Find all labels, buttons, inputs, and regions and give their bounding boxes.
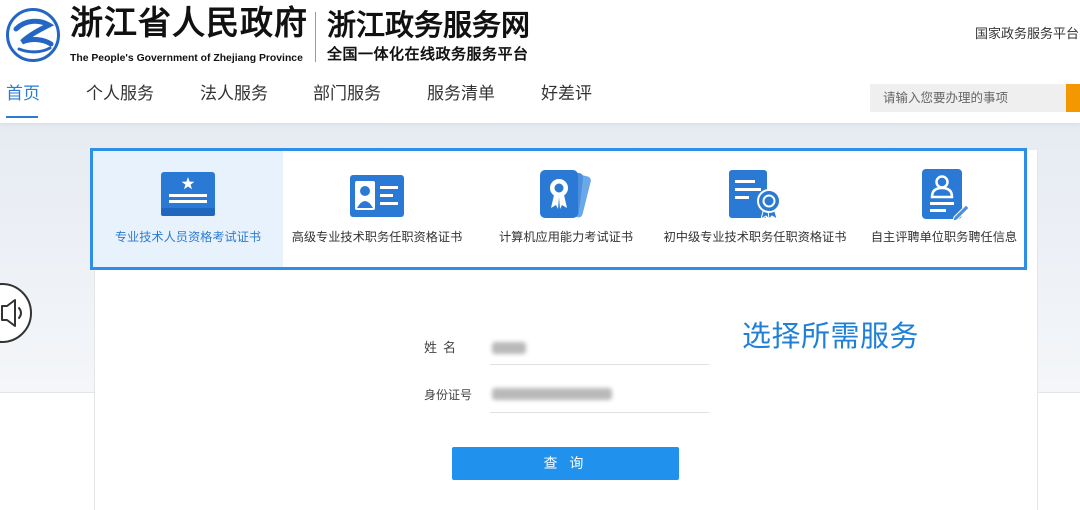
tab-senior-professional-title-cert[interactable]: 高级专业技术职务任职资格证书 <box>282 151 472 267</box>
tab-label: 自主评聘单位职务聘任信息 <box>870 230 1018 244</box>
tab-computer-skills-exam-cert[interactable]: 计算机应用能力考试证书 <box>471 151 661 267</box>
query-button[interactable]: 查 询 <box>452 447 679 480</box>
person-document-icon <box>849 169 1024 225</box>
national-platform-link-wrap: 国家政务服务平台 <box>975 25 1080 43</box>
id-number-label: 身份证号 <box>424 388 473 402</box>
nav-legal-entity-services[interactable]: 法人服务 <box>200 84 268 104</box>
tab-label: 高级专业技术职务任职资格证书 <box>291 230 463 244</box>
site-title: 浙江政务服务网 <box>327 8 531 42</box>
certificate-star-icon <box>93 171 283 225</box>
zhejiang-swirl-logo-icon[interactable] <box>5 7 61 63</box>
tab-label: 初中级专业技术职务任职资格证书 <box>663 230 847 244</box>
nav-department-services[interactable]: 部门服务 <box>313 84 381 104</box>
gov-subtitle-en: The People's Government of Zhejiang Prov… <box>70 53 303 64</box>
site-subtitle: 全国一体化在线政务服务平台 <box>327 46 529 63</box>
nav-active-underline <box>6 116 38 118</box>
service-tab-box: 专业技术人员资格考试证书 高级专业技术职务任职资格证书 计算机应用能力考试证书 … <box>90 148 1027 270</box>
tab-label: 计算机应用能力考试证书 <box>498 230 634 244</box>
nav-home[interactable]: 首页 <box>6 84 40 104</box>
search-button[interactable] <box>1066 84 1080 112</box>
search-input[interactable] <box>870 84 1066 112</box>
tab-junior-mid-professional-title-cert[interactable]: 初中级专业技术职务任职资格证书 <box>660 151 850 267</box>
gov-title: 浙江省人民政府 <box>70 3 308 42</box>
tab-self-evaluation-appointment-info[interactable]: 自主评聘单位职务聘任信息 <box>849 151 1024 267</box>
nav-feedback-rating[interactable]: 好差评 <box>541 84 592 104</box>
id-card-icon <box>282 171 472 225</box>
nav-service-list[interactable]: 服务清单 <box>427 84 495 104</box>
id-number-value-redacted <box>492 388 612 400</box>
tab-professional-qualification-exam-cert[interactable]: 专业技术人员资格考试证书 <box>93 151 283 267</box>
award-badge-icon <box>471 170 661 225</box>
name-value-redacted <box>492 342 526 354</box>
tab-label: 专业技术人员资格考试证书 <box>114 230 262 244</box>
select-service-hint: 选择所需服务 <box>742 321 920 353</box>
site-header: 浙江省人民政府 The People's Government of Zheji… <box>0 0 1080 123</box>
document-seal-icon <box>660 170 850 225</box>
name-label: 姓名 <box>424 340 463 355</box>
national-platform-link[interactable]: 国家政务服务平台 <box>975 25 1080 43</box>
nav-personal-services[interactable]: 个人服务 <box>86 84 154 104</box>
speaker-icon[interactable] <box>0 283 32 343</box>
header-divider <box>315 12 316 62</box>
